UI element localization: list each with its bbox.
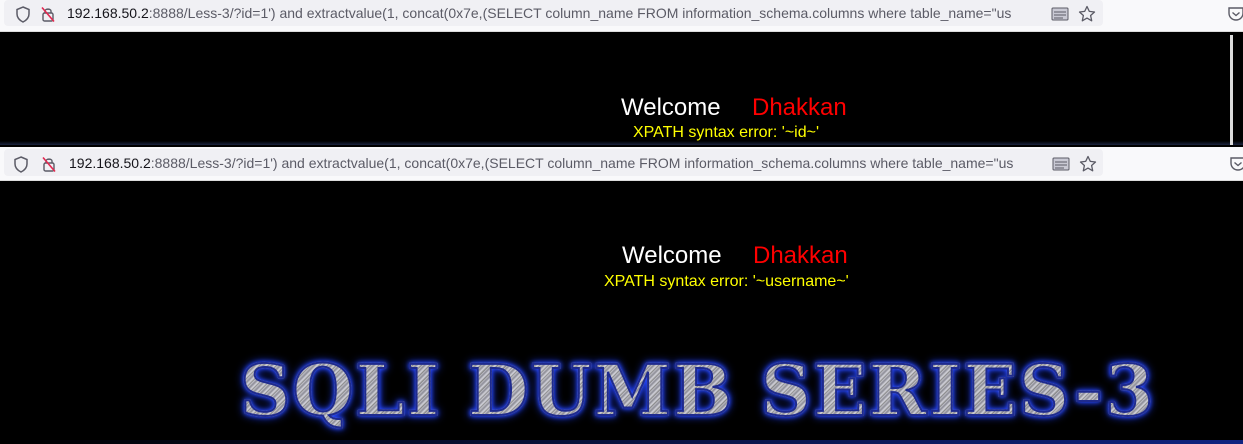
welcome-text-bottom: Welcome <box>622 242 722 269</box>
insecure-lock-icon[interactable] <box>40 155 58 173</box>
bottom-glow-line <box>0 440 1243 444</box>
url-host: 192.168.50.2 <box>67 5 149 21</box>
bookmark-star-icon[interactable] <box>1078 154 1098 174</box>
pocket-icon[interactable] <box>1226 4 1243 24</box>
sql-error-message-top: XPATH syntax error: '~id~' <box>633 124 820 141</box>
url-path: :8888/Less-3/?id=1') and extractvalue(1,… <box>148 5 1012 21</box>
user-name-bottom: Dhakkan <box>753 242 848 269</box>
user-name-top: Dhakkan <box>752 94 847 121</box>
pocket-icon[interactable] <box>1228 154 1243 174</box>
reader-view-icon[interactable] <box>1050 4 1070 24</box>
browser-toolbar-top: 192.168.50.2:8888/Less-3/?id=1') and ext… <box>0 0 1243 32</box>
scrollbar-top[interactable] <box>1230 35 1233 145</box>
sql-error-message-bottom: XPATH syntax error: '~username~' <box>604 273 849 290</box>
page-viewport-top <box>0 33 1243 145</box>
reader-view-icon[interactable] <box>1051 154 1071 174</box>
insecure-lock-icon[interactable] <box>39 5 57 23</box>
welcome-text-top: Welcome <box>621 94 721 121</box>
address-bar-url-top[interactable]: 192.168.50.2:8888/Less-3/?id=1') and ext… <box>67 5 1051 21</box>
series-banner-logo: SQLI DUMB SERIES-3 <box>239 351 1230 431</box>
bookmark-star-icon[interactable] <box>1077 4 1097 24</box>
browser-toolbar-bottom: 192.168.50.2:8888/Less-3/?id=1') and ext… <box>0 147 1243 181</box>
shield-icon[interactable] <box>14 5 32 23</box>
address-bar-url-bottom[interactable]: 192.168.50.2:8888/Less-3/?id=1') and ext… <box>69 155 1053 171</box>
shield-icon[interactable] <box>12 155 30 173</box>
url-path: :8888/Less-3/?id=1') and extractvalue(1,… <box>150 155 1014 171</box>
url-host: 192.168.50.2 <box>69 155 151 171</box>
